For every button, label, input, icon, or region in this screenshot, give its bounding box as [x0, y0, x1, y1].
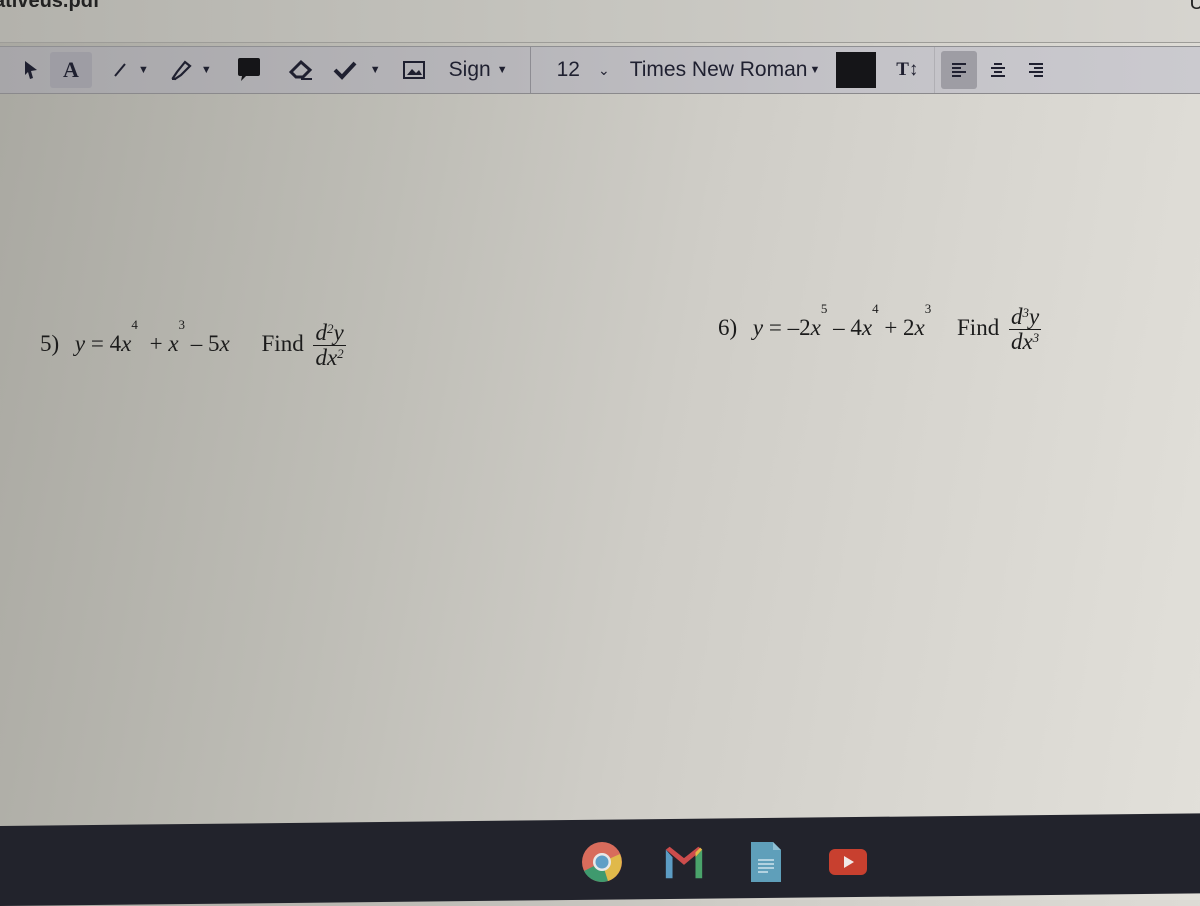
align-center-icon	[991, 63, 1006, 77]
gmail-icon	[665, 846, 703, 879]
docs-app[interactable]	[744, 840, 788, 884]
problem-5: 5) y = 4x4 + x3 – 5x Find d2y dx2	[40, 317, 346, 370]
term-coef: 5	[208, 330, 220, 356]
gmail-app[interactable]	[662, 840, 706, 884]
youtube-app[interactable]	[826, 840, 870, 884]
term-var: x	[914, 314, 925, 340]
problem-number: 5)	[40, 330, 60, 356]
font-family-select[interactable]: Times New Roman ▼	[630, 54, 821, 86]
fraction-denominator: dx3	[1010, 329, 1040, 354]
term-op: +	[149, 330, 163, 356]
align-left-button[interactable]	[941, 51, 978, 89]
chevron-down-icon: ▼	[809, 64, 821, 76]
term-exp: 5	[820, 301, 828, 316]
speech-bubble-icon	[237, 58, 260, 81]
highlighter-dropdown[interactable]: ▼	[201, 64, 212, 76]
text-A-icon: A	[63, 57, 79, 82]
line-tool-dropdown[interactable]: ▼	[138, 64, 149, 76]
find-label: Find	[261, 330, 304, 356]
shelf-apps	[580, 840, 870, 884]
align-right-icon	[1029, 63, 1044, 77]
term-var: x	[861, 314, 873, 340]
cursor-arrow-icon	[25, 61, 37, 79]
highlighter-tool-button[interactable]	[167, 54, 195, 86]
chrome-app[interactable]	[580, 840, 624, 884]
image-tool-button[interactable]	[401, 54, 427, 86]
equation-lhs: y	[752, 314, 764, 340]
font-size-value: 12	[556, 58, 580, 81]
google-docs-icon	[751, 842, 781, 882]
toolbar-divider	[934, 47, 936, 93]
align-center-button[interactable]	[983, 54, 1013, 86]
term-exp: 3	[924, 301, 932, 316]
sign-button[interactable]: Sign ▼	[449, 54, 508, 86]
font-size-select[interactable]: 12 ⌄	[557, 54, 610, 86]
text-size-icon: T↕	[896, 59, 919, 80]
equals-sign: =	[90, 330, 104, 356]
window-title: ativeus.pdf	[0, 0, 100, 12]
line-tool-button[interactable]	[106, 54, 134, 86]
pdf-document-page: 5) y = 4x4 + x3 – 5x Find d2y dx2 6) y =…	[0, 93, 1200, 823]
checkmark-dropdown[interactable]: ▼	[370, 64, 381, 76]
font-family-value: Times New Roman	[629, 58, 808, 81]
term-var: x	[810, 314, 821, 340]
text-tool-button[interactable]: A	[50, 52, 92, 88]
derivative-fraction: d2y dx2	[313, 320, 346, 370]
equation-lhs: y	[74, 330, 86, 356]
term-op: +	[884, 314, 898, 340]
highlighter-icon	[171, 60, 192, 81]
text-color-swatch[interactable]	[836, 52, 877, 88]
term-var: x	[121, 330, 132, 356]
window-titlebar: ativeus.pdf U	[0, 0, 1200, 43]
term-coef: –2	[787, 314, 811, 340]
chevron-down-icon: ⌄	[597, 61, 610, 78]
sign-label: Sign	[448, 58, 491, 81]
text-size-toggle[interactable]: T↕	[892, 54, 922, 86]
term-var: x	[219, 330, 230, 356]
chevron-down-icon: ▼	[496, 64, 508, 76]
term-coef: 2	[903, 314, 915, 340]
equals-sign: =	[768, 314, 782, 340]
select-tool-button[interactable]	[20, 54, 42, 86]
line-icon	[114, 63, 126, 77]
fraction-numerator: d3y	[1008, 304, 1042, 330]
problem-number: 6)	[718, 314, 738, 340]
derivative-fraction: d3y dx3	[1008, 304, 1042, 354]
term-exp: 3	[178, 317, 186, 332]
youtube-icon	[829, 849, 867, 875]
align-left-icon	[952, 63, 967, 77]
term-op: –	[833, 314, 845, 340]
term-coef: 4	[850, 314, 862, 340]
comment-tool-button[interactable]	[234, 54, 264, 86]
problem-6: 6) y = –2x5 – 4x4 + 2x3 Find d3y dx3	[718, 301, 1042, 354]
toolbar-divider	[529, 47, 531, 93]
align-right-button[interactable]	[1021, 54, 1051, 86]
eraser-icon	[288, 59, 312, 80]
term-coef: 4	[109, 330, 122, 356]
checkmark-icon	[333, 61, 357, 80]
checkmark-tool-button[interactable]	[330, 54, 360, 86]
chrome-icon	[582, 842, 622, 882]
window-title-right: U	[1189, 0, 1200, 14]
pdf-toolbar: A ▼ ▼ ▼ Sign ▼ 12 ⌄ Times New Roman ▼ T↕	[0, 46, 1200, 94]
term-exp: 4	[131, 317, 138, 332]
term-exp: 4	[872, 301, 879, 316]
eraser-tool-button[interactable]	[286, 54, 316, 86]
fraction-denominator: dx2	[315, 345, 344, 370]
term-op: –	[190, 330, 203, 356]
image-icon	[402, 61, 425, 79]
find-label: Find	[957, 314, 1000, 340]
term-var: x	[168, 330, 179, 356]
fraction-numerator: d2y	[313, 320, 346, 346]
